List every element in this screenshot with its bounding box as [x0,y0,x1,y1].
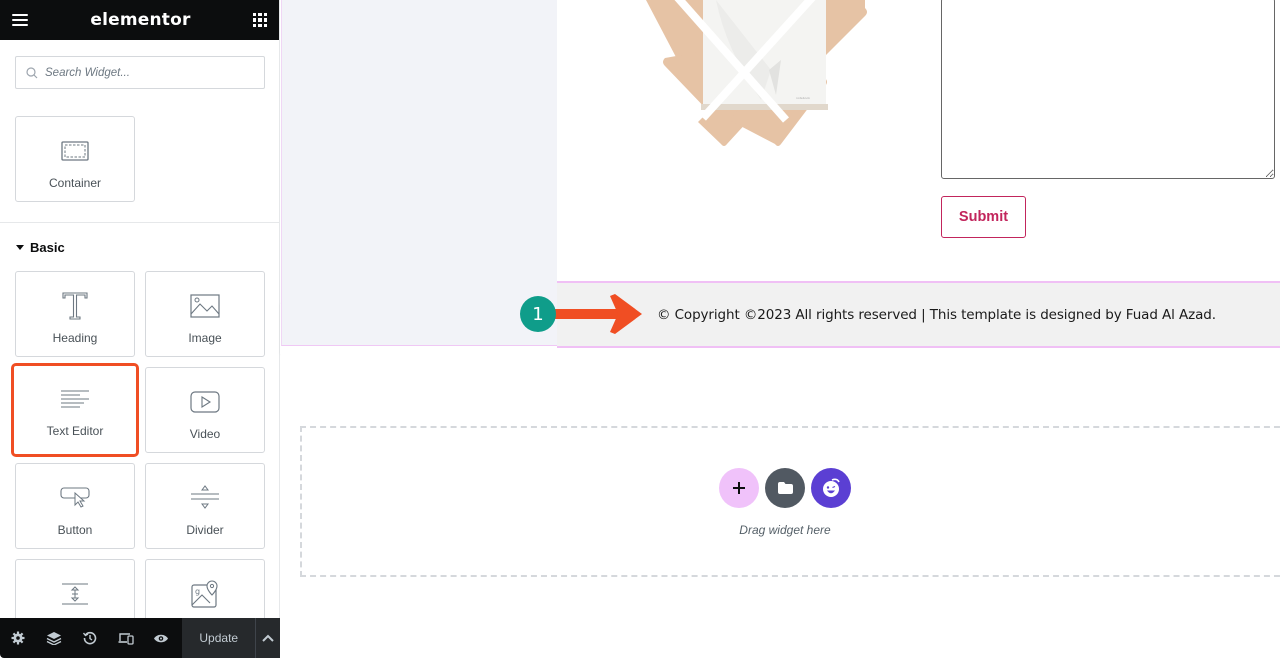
widget-video[interactable]: Video [145,367,265,453]
search-widget-box[interactable] [15,56,265,89]
divider-icon [190,478,220,518]
ai-assistant-button[interactable] [811,468,851,508]
svg-text:g: g [195,587,200,596]
navigator-layers-icon[interactable] [36,618,72,658]
widget-heading[interactable]: Heading [15,271,135,357]
hamburger-menu-icon[interactable] [12,14,28,26]
video-icon [190,382,220,422]
widgets-grid-icon[interactable] [252,13,267,27]
ai-face-icon [823,478,840,497]
history-icon[interactable] [72,618,108,658]
elementor-logo: elementor [90,10,191,30]
drag-widget-hint: Drag widget here [739,523,831,537]
search-wrapper [0,40,279,89]
category-title: Basic [30,240,65,255]
search-icon [26,66,38,78]
container-icon [61,131,89,171]
message-textarea[interactable] [941,0,1275,179]
heading-icon [61,286,89,326]
image-icon [190,286,220,326]
submit-button[interactable]: Submit [941,196,1026,238]
caret-down-icon [16,245,24,250]
editor-canvas: notebook Submit © Copyright ©2023 All ri… [281,0,1280,658]
chevron-up-icon [262,634,274,642]
save-options-toggle[interactable] [255,618,281,658]
add-template-button[interactable] [765,468,805,508]
update-button[interactable]: Update [182,618,256,658]
widget-button[interactable]: Button [15,463,135,549]
widget-label: Button [57,523,93,537]
elementor-panel: elementor Container Basic Heading Image [0,0,281,658]
footer-section[interactable]: © Copyright ©2023 All rights reserved | … [557,281,1280,348]
spacer-icon [60,574,90,614]
widget-label: Image [188,331,222,345]
widget-label: Divider [186,523,224,537]
divider [0,222,280,223]
copyright-text: © Copyright ©2023 All rights reserved | … [657,306,1216,323]
widget-label: Container [48,176,102,190]
add-section-drop-zone[interactable]: Drag widget here [300,426,1280,577]
settings-icon[interactable] [0,618,36,658]
widget-container[interactable]: Container [15,116,135,202]
button-icon [60,478,90,518]
drop-zone-buttons [719,468,851,508]
widget-divider[interactable]: Divider [145,463,265,549]
search-widget-input[interactable] [45,66,245,79]
step-number-badge: 1 [520,296,556,332]
widget-label: Video [189,427,221,441]
notepad-image[interactable]: notebook [641,0,881,160]
add-section-button[interactable] [719,468,759,508]
widget-label: Heading [52,331,98,345]
responsive-mode-icon[interactable] [108,618,144,658]
annotation-arrow-icon [550,294,642,334]
text-editor-icon [60,379,90,419]
folder-icon [777,482,793,494]
preview-eye-icon[interactable] [144,618,180,658]
plus-icon [733,482,745,494]
widget-image[interactable]: Image [145,271,265,357]
google-maps-icon: g [190,574,220,614]
empty-column[interactable] [281,0,557,346]
widget-label: Text Editor [46,424,104,438]
widget-text-editor[interactable]: Text Editor [11,363,139,457]
panel-footer: Update [0,618,281,658]
svg-text:notebook: notebook [796,96,810,100]
panel-header: elementor [0,0,279,40]
category-basic-toggle[interactable]: Basic [16,240,65,255]
